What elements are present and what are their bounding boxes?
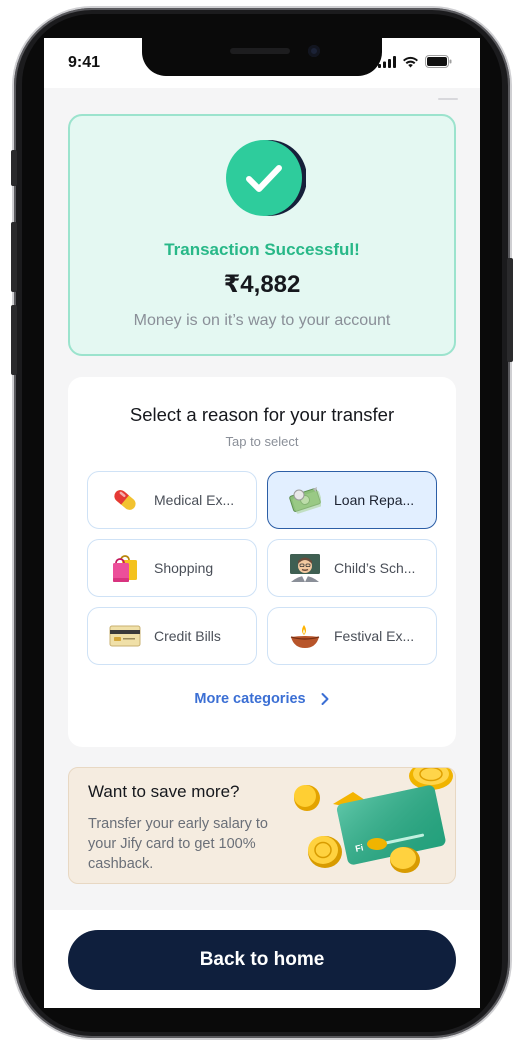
reason-card: Select a reason for your transfer Tap to…	[68, 377, 456, 747]
success-subtitle: Money is on it’s way to your account	[133, 312, 391, 329]
speaker	[230, 48, 290, 54]
chip-label: Shopping	[154, 560, 214, 576]
chip-label: Loan Repa...	[334, 492, 415, 508]
battery-icon	[425, 55, 452, 68]
status-icons	[378, 55, 452, 68]
pill-icon	[108, 483, 142, 517]
chip-label: Credit Bills	[154, 628, 221, 644]
scroll-indicator	[438, 98, 458, 100]
chevron-right-icon	[321, 693, 329, 705]
volume-down-button	[11, 305, 17, 375]
reason-subtitle: Tap to select	[225, 434, 299, 449]
notch	[142, 38, 382, 76]
success-card: Transaction Successful! ₹4,882 Money is …	[68, 114, 456, 356]
money-icon	[288, 483, 322, 517]
chip-label: Medical Ex...	[154, 492, 235, 508]
promo-card[interactable]: Want to save more? Transfer your early s…	[68, 767, 456, 884]
diya-lamp-icon	[288, 619, 322, 653]
status-time: 9:41	[68, 54, 101, 71]
back-to-home-button[interactable]: Back to home	[68, 930, 456, 990]
bottom-bar: Back to home	[44, 910, 480, 1008]
credit-card-icon	[108, 619, 142, 653]
reason-chip-medical[interactable]: Medical Ex...	[87, 471, 257, 529]
wifi-icon	[403, 56, 418, 67]
reason-chip-school[interactable]: Child’s Sch...	[267, 539, 437, 597]
volume-up-button	[11, 222, 17, 292]
reason-chip-credit-bills[interactable]: Credit Bills	[87, 607, 257, 665]
teacher-icon	[288, 551, 322, 585]
chip-label: Festival Ex...	[334, 628, 415, 644]
reason-chip-loan[interactable]: Loan Repa...	[267, 471, 437, 529]
reason-chip-shopping[interactable]: Shopping	[87, 539, 257, 597]
more-categories-label: More categories	[194, 691, 306, 707]
check-circle-icon	[226, 140, 306, 216]
reason-chip-festival[interactable]: Festival Ex...	[267, 607, 437, 665]
more-categories-link[interactable]: More categories	[68, 691, 456, 707]
card-with-coins-illustration: Fi	[294, 768, 453, 873]
front-camera	[308, 45, 320, 57]
power-button	[507, 258, 513, 362]
transfer-amount: ₹4,882	[223, 271, 301, 298]
mute-switch	[11, 150, 17, 186]
promo-text: Transfer your early salary to your Jify …	[88, 816, 268, 872]
promo-title: Want to save more?	[88, 782, 240, 801]
chip-label: Child’s Sch...	[334, 560, 416, 576]
success-title: Transaction Successful!	[164, 240, 360, 259]
main-content[interactable]: Transaction Successful! ₹4,882 Money is …	[44, 88, 480, 910]
reason-title: Select a reason for your transfer	[129, 404, 395, 425]
shopping-bags-icon	[108, 551, 142, 585]
